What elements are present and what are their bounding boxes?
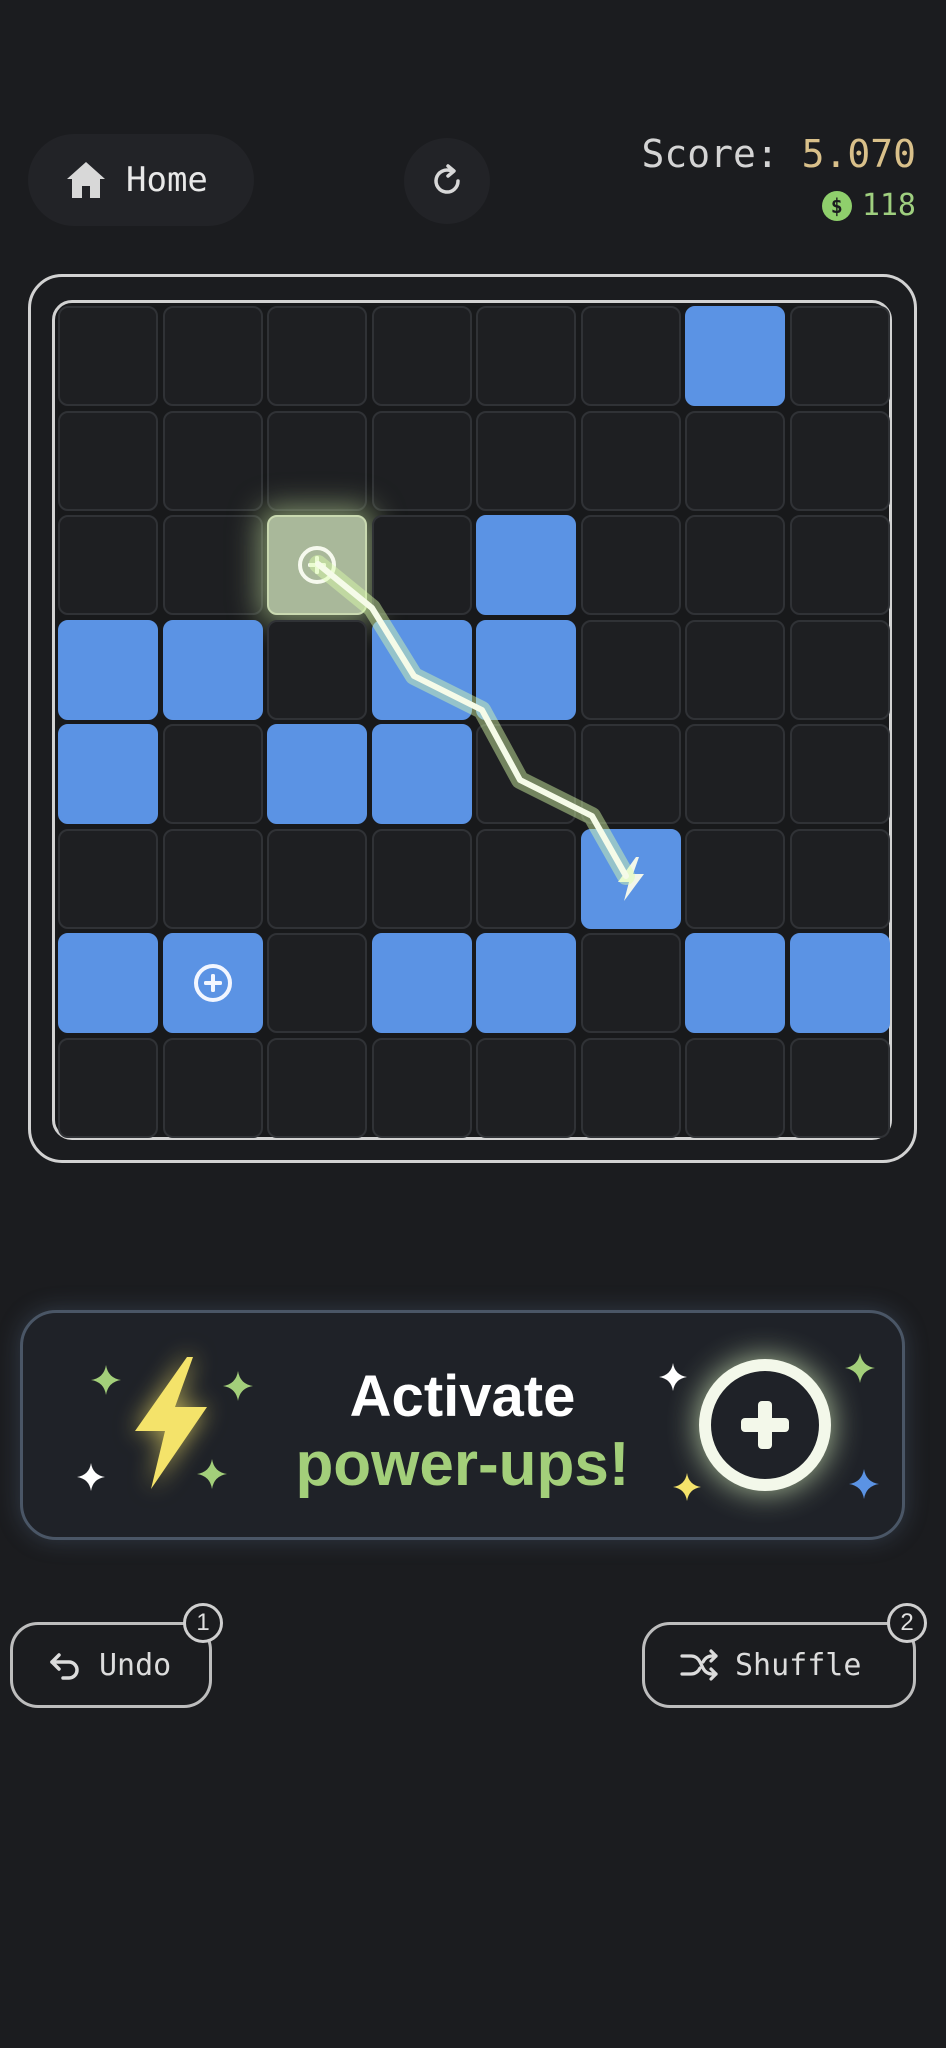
refresh-icon [434, 164, 460, 194]
block-tile[interactable] [789, 933, 890, 1033]
home-button[interactable]: Home [28, 134, 254, 226]
empty-cell[interactable] [789, 828, 890, 929]
plus-circle-icon [298, 546, 336, 584]
empty-cell[interactable] [162, 306, 263, 406]
empty-cell[interactable] [685, 410, 785, 511]
empty-cell[interactable] [685, 515, 785, 615]
empty-cell[interactable] [371, 1037, 472, 1138]
empty-cell[interactable] [267, 410, 367, 511]
empty-cell[interactable] [58, 410, 158, 511]
plus-circle-icon [193, 964, 232, 1002]
undo-label: Undo [99, 1647, 172, 1683]
empty-cell[interactable] [58, 1037, 158, 1138]
empty-cell[interactable] [789, 515, 890, 615]
empty-cell[interactable] [789, 306, 890, 406]
empty-cell[interactable] [162, 724, 263, 824]
empty-cell[interactable] [371, 515, 472, 615]
block-tile[interactable] [476, 933, 576, 1033]
coin-balance: $ 118 [821, 188, 916, 223]
empty-cell[interactable] [685, 619, 785, 720]
empty-cell[interactable] [162, 410, 263, 511]
coin-count: 118 [861, 188, 916, 223]
block-tile[interactable] [685, 933, 785, 1033]
empty-cell[interactable] [162, 1037, 263, 1138]
block-tile[interactable] [371, 724, 472, 824]
restart-button[interactable] [404, 138, 490, 224]
empty-cell[interactable] [58, 306, 158, 406]
score-label: Score: [641, 132, 779, 176]
empty-cell[interactable] [789, 724, 890, 824]
empty-cell[interactable] [371, 410, 472, 511]
empty-cell[interactable] [267, 306, 367, 406]
empty-cell[interactable] [476, 1037, 576, 1138]
empty-cell[interactable] [267, 933, 367, 1033]
shuffle-label: Shuffle [735, 1647, 862, 1683]
empty-cell[interactable] [58, 828, 158, 929]
sparkle-icon [849, 1469, 879, 1499]
sparkle-icon [659, 1363, 687, 1391]
powerup-banner[interactable]: Activate power-ups! [20, 1310, 905, 1540]
empty-cell[interactable] [685, 724, 785, 824]
empty-cell[interactable] [789, 410, 890, 511]
empty-cell[interactable] [162, 828, 263, 929]
empty-cell[interactable] [580, 933, 681, 1033]
empty-cell[interactable] [580, 619, 681, 720]
shuffle-count-badge: 2 [887, 1603, 927, 1643]
empty-cell[interactable] [580, 410, 681, 511]
empty-cell[interactable] [476, 828, 576, 929]
empty-cell[interactable] [267, 828, 367, 929]
empty-cell[interactable] [58, 515, 158, 615]
empty-cell[interactable] [580, 1037, 681, 1138]
empty-cell[interactable] [476, 410, 576, 511]
undo-count-badge: 1 [183, 1603, 223, 1643]
shuffle-button[interactable]: Shuffle 2 [642, 1603, 927, 1708]
plus-powerup-tile[interactable] [162, 933, 263, 1033]
shuffle-icon [680, 1649, 718, 1681]
empty-cell[interactable] [789, 619, 890, 720]
block-tile[interactable] [58, 933, 158, 1033]
empty-cell[interactable] [371, 306, 472, 406]
empty-cell[interactable] [580, 515, 681, 615]
block-tile[interactable] [162, 619, 263, 720]
sparkle-icon [845, 1353, 875, 1383]
block-tile[interactable] [58, 619, 158, 720]
block-tile[interactable] [58, 724, 158, 824]
empty-cell[interactable] [580, 306, 681, 406]
empty-cell[interactable] [162, 515, 263, 615]
lightning-powerup-tile[interactable] [580, 828, 681, 929]
coin-icon: $ [821, 190, 852, 221]
empty-cell[interactable] [476, 724, 576, 824]
lightning-bolt-icon [617, 856, 644, 901]
game-board [58, 306, 890, 1138]
undo-arrow-icon [50, 1653, 79, 1680]
block-tile[interactable] [476, 619, 576, 720]
empty-cell[interactable] [580, 724, 681, 824]
block-tile[interactable] [685, 306, 785, 406]
block-tile[interactable] [371, 619, 472, 720]
score-value: 5.070 [801, 132, 916, 176]
plus-circle-icon [699, 1359, 831, 1491]
home-label: Home [126, 160, 208, 200]
block-tile[interactable] [476, 515, 576, 615]
block-tile[interactable] [267, 724, 367, 824]
selected-plus-powerup-tile[interactable] [267, 515, 367, 615]
empty-cell[interactable] [267, 619, 367, 720]
empty-cell[interactable] [685, 1037, 785, 1138]
empty-cell[interactable] [476, 306, 576, 406]
empty-cell[interactable] [685, 828, 785, 929]
score-display: Score: 5.070 [641, 132, 916, 176]
empty-cell[interactable] [267, 1037, 367, 1138]
empty-cell[interactable] [789, 1037, 890, 1138]
empty-cell[interactable] [371, 828, 472, 929]
block-tile[interactable] [371, 933, 472, 1033]
undo-button[interactable]: Undo 1 [10, 1603, 223, 1708]
home-icon [67, 162, 105, 198]
